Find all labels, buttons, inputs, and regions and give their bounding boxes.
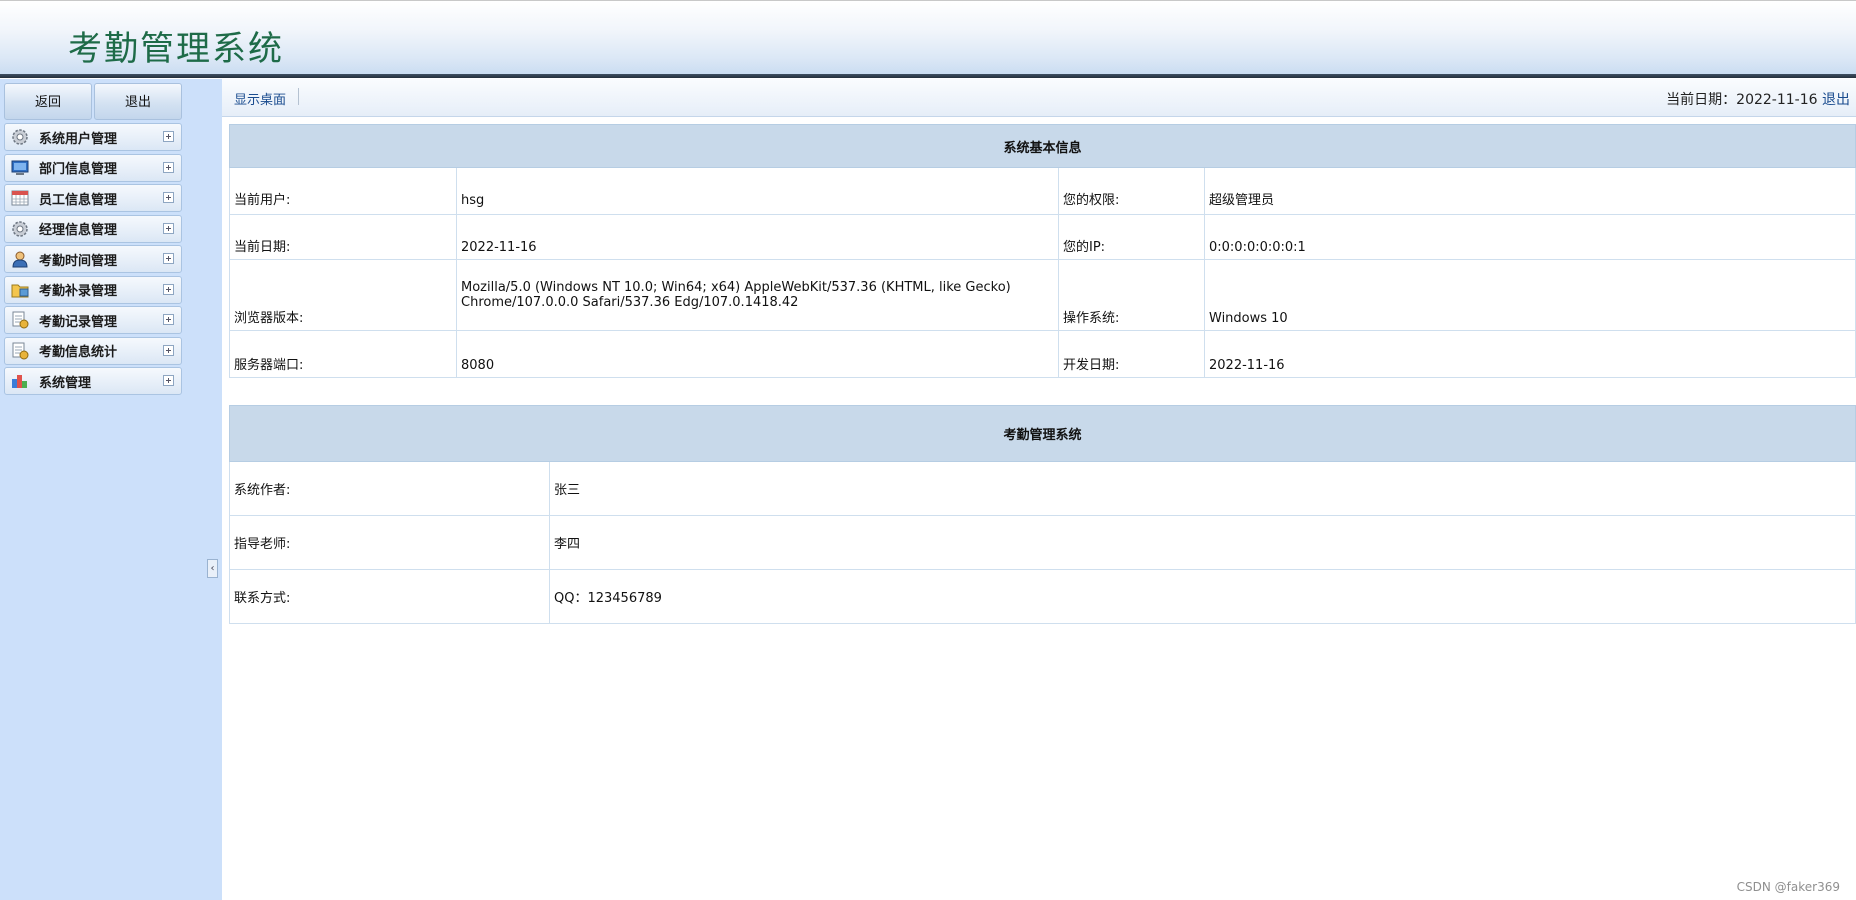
server-port-label: 服务器端口:	[229, 330, 457, 378]
advisor-label: 指导老师:	[229, 515, 550, 570]
sidebar-item-system-users[interactable]: 系统用户管理	[4, 123, 182, 151]
chevron-left-icon: ‹	[210, 563, 215, 574]
sidebar-item-label: 考勤记录管理	[39, 314, 118, 330]
expand-icon[interactable]	[163, 222, 174, 234]
table-row: 当前用户: hsg 您的权限: 超级管理员	[229, 167, 1856, 215]
expand-icon[interactable]	[163, 375, 174, 386]
expand-icon[interactable]	[163, 192, 174, 203]
sidebar-item-label: 考勤补录管理	[39, 284, 118, 299]
browser-label: 浏览器版本:	[229, 259, 457, 331]
table-row: 指导老师: 李四	[229, 515, 1856, 570]
show-desktop-link[interactable]: 显示桌面	[234, 89, 286, 108]
expand-icon[interactable]	[163, 161, 174, 173]
current-date-label: 当前日期:	[229, 214, 457, 260]
person-icon	[9, 250, 31, 268]
expand-icon[interactable]	[163, 131, 174, 142]
current-user-label: 当前用户:	[229, 167, 457, 215]
current-user-value: hsg	[456, 167, 1059, 215]
sidebar: 返回 退出 系统用户管理 部门信息管理 员工信息管理 经理信息管理 考勤时间管理…	[0, 79, 222, 900]
sidebar-item-label: 考勤时间管理	[39, 253, 118, 269]
sidebar-item-system-management[interactable]: 系统管理	[4, 367, 182, 395]
ip-label: 您的IP:	[1058, 214, 1205, 260]
server-port-value: 8080	[456, 330, 1059, 378]
expand-icon[interactable]	[163, 253, 174, 264]
folder-icon	[9, 281, 31, 299]
sidebar-item-label: 系统管理	[39, 375, 92, 391]
system-info-table: 系统基本信息 当前用户: hsg 您的权限: 超级管理员 当前日期: 2022-…	[229, 124, 1856, 378]
calendar-icon	[9, 189, 31, 207]
os-value: Windows 10	[1204, 259, 1856, 331]
collapse-sidebar-button[interactable]: ‹	[207, 559, 218, 578]
sidebar-item-attendance-records[interactable]: 考勤记录管理	[4, 306, 182, 334]
sidebar-item-employees[interactable]: 员工信息管理	[4, 184, 182, 212]
date-label: 当前日期：	[1666, 92, 1737, 108]
sidebar-item-label: 系统用户管理	[39, 131, 118, 147]
table-row: 当前日期: 2022-11-16 您的IP: 0:0:0:0:0:0:0:1	[229, 214, 1856, 260]
sidebar-item-attendance-time[interactable]: 考勤时间管理	[4, 245, 182, 273]
breadcrumb-separator	[298, 88, 299, 105]
sidebar-top-buttons: 返回 退出	[4, 83, 182, 120]
browser-value: Mozilla/5.0 (Windows NT 10.0; Win64; x64…	[456, 259, 1059, 331]
expand-icon[interactable]	[163, 314, 174, 325]
dev-date-label: 开发日期:	[1058, 330, 1205, 378]
header-divider	[0, 74, 1856, 78]
browser-value-line2: Chrome/107.0.0.0 Safari/537.36 Edg/107.0…	[461, 295, 799, 310]
table-row: 联系方式: QQ：123456789	[229, 569, 1856, 624]
gear-icon	[9, 128, 31, 146]
advisor-value: 李四	[549, 515, 1856, 570]
header-logout-link[interactable]: 退出	[1822, 92, 1850, 108]
breadcrumb-bar: 显示桌面 当前日期：2022-11-16 退出	[222, 79, 1856, 117]
app-title: 考勤管理系统	[68, 29, 284, 69]
permission-value: 超级管理员	[1204, 167, 1856, 215]
sidebar-menu: 返回 退出 系统用户管理 部门信息管理 员工信息管理 经理信息管理 考勤时间管理…	[4, 83, 182, 398]
document-coin-icon	[9, 342, 31, 360]
current-date-value: 2022-11-16	[456, 214, 1059, 260]
document-coin-icon	[9, 311, 31, 329]
sidebar-item-label: 经理信息管理	[39, 223, 118, 238]
table-row: 浏览器版本: Mozilla/5.0 (Windows NT 10.0; Win…	[229, 259, 1856, 331]
watermark: CSDN @faker369	[1736, 880, 1840, 894]
author-label: 系统作者:	[229, 461, 550, 516]
author-value: 张三	[549, 461, 1856, 516]
gear-icon	[9, 220, 31, 238]
sidebar-item-label: 部门信息管理	[39, 162, 118, 177]
monitor-icon	[9, 159, 31, 177]
date-value: 2022-11-16	[1736, 92, 1818, 108]
table-row: 系统作者: 张三	[229, 461, 1856, 516]
dev-date-value: 2022-11-16	[1204, 330, 1856, 378]
sidebar-item-attendance-stats[interactable]: 考勤信息统计	[4, 336, 182, 365]
table-row: 服务器端口: 8080 开发日期: 2022-11-16	[229, 330, 1856, 378]
sidebar-item-label: 考勤信息统计	[39, 345, 118, 360]
current-date: 当前日期：2022-11-16 退出	[1666, 89, 1850, 109]
logout-button[interactable]: 退出	[94, 83, 182, 120]
main-content: 显示桌面 当前日期：2022-11-16 退出 系统基本信息 当前用户: hsg…	[222, 79, 1856, 900]
os-label: 操作系统:	[1058, 259, 1205, 331]
expand-icon[interactable]	[163, 344, 174, 356]
back-button[interactable]: 返回	[4, 83, 92, 120]
contact-value: QQ：123456789	[549, 569, 1856, 624]
about-table: 考勤管理系统 系统作者: 张三 指导老师: 李四 联系方式: QQ：123456…	[229, 405, 1856, 624]
app-header: 考勤管理系统	[0, 0, 1856, 78]
browser-value-line1: Mozilla/5.0 (Windows NT 10.0; Win64; x64…	[461, 280, 1011, 295]
ip-value: 0:0:0:0:0:0:0:1	[1204, 214, 1856, 260]
sidebar-item-managers[interactable]: 经理信息管理	[4, 214, 182, 243]
contact-label: 联系方式:	[229, 569, 550, 624]
system-info-title: 系统基本信息	[229, 124, 1856, 168]
sidebar-item-departments[interactable]: 部门信息管理	[4, 153, 182, 182]
about-title: 考勤管理系统	[229, 405, 1856, 462]
blocks-icon	[9, 372, 31, 390]
sidebar-item-label: 员工信息管理	[39, 192, 118, 208]
sidebar-item-attendance-supplement[interactable]: 考勤补录管理	[4, 275, 182, 304]
permission-label: 您的权限:	[1058, 167, 1205, 215]
expand-icon[interactable]	[163, 283, 174, 295]
